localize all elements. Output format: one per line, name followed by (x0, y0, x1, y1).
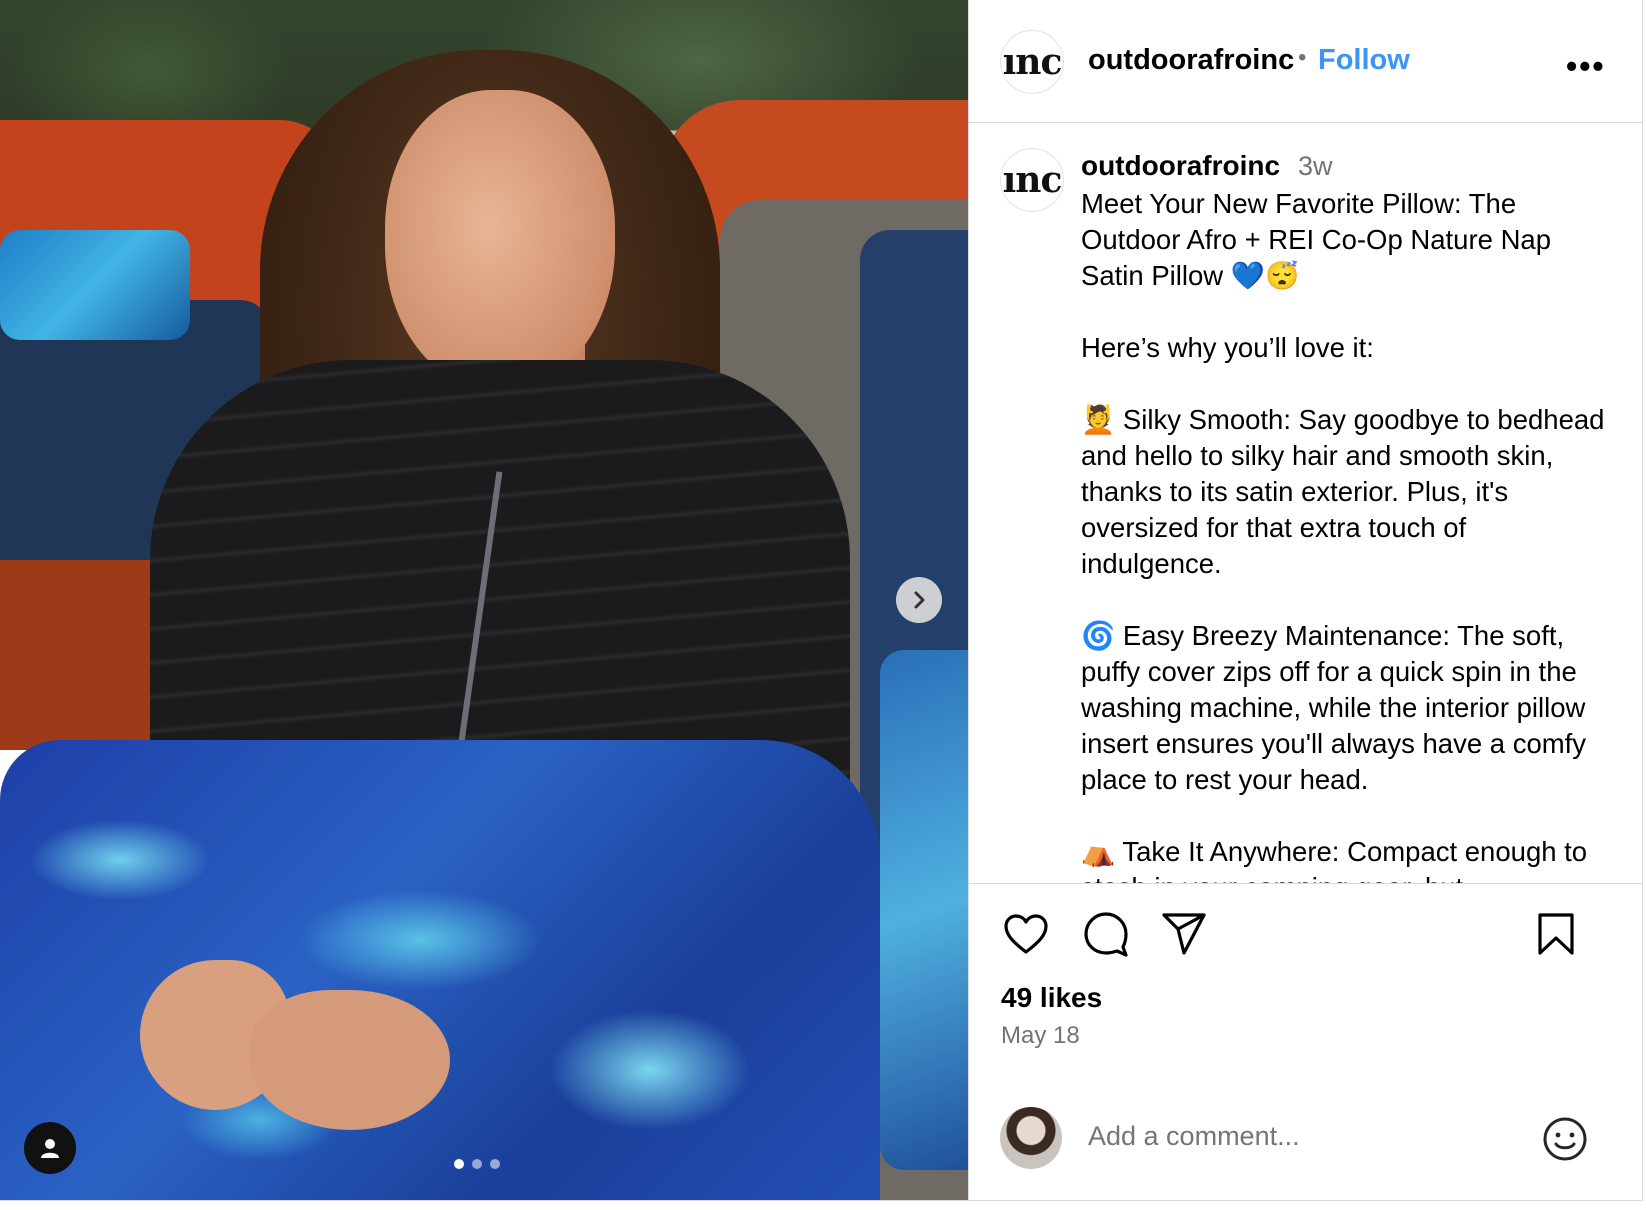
follow-button[interactable]: Follow (1318, 44, 1410, 77)
more-options-button[interactable]: ••• (1566, 48, 1606, 85)
share-button[interactable] (1158, 908, 1210, 960)
comment-icon (1084, 912, 1128, 957)
header-separator: • (1298, 44, 1307, 71)
satin-pillow (0, 740, 880, 1200)
person-hand-right (250, 990, 450, 1130)
carousel-dot[interactable] (454, 1159, 464, 1169)
action-bar (1000, 908, 1620, 968)
author-username[interactable]: outdoorafroinc (1088, 44, 1294, 77)
comment-button[interactable] (1080, 908, 1132, 960)
save-button[interactable] (1530, 908, 1582, 960)
emoji-button[interactable] (1541, 1115, 1589, 1163)
carousel-next-button[interactable] (896, 577, 942, 623)
avatar-logo-text: ınc (1002, 41, 1063, 83)
pillow-left (0, 230, 190, 340)
more-icon: ••• (1566, 48, 1606, 84)
user-tag-icon (41, 1139, 59, 1158)
share-icon (1162, 913, 1206, 955)
emoji-icon (1543, 1117, 1587, 1161)
user-tag-button[interactable] (24, 1122, 76, 1174)
caption-clip: Meet Your New Favorite Pillow: The Outdo… (968, 123, 1643, 883)
carousel-dots (454, 1159, 500, 1169)
likes-count[interactable]: 49 likes (1001, 982, 1102, 1014)
post-image[interactable] (0, 0, 968, 1200)
pillow-right (880, 650, 968, 1170)
comment-input[interactable] (1088, 1121, 1488, 1152)
page-bottom-border (0, 1200, 1643, 1201)
author-avatar[interactable]: ınc (1000, 30, 1064, 94)
heart-icon (1004, 914, 1048, 954)
carousel-dot[interactable] (472, 1159, 482, 1169)
chevron-right-icon (914, 591, 925, 609)
person-face (385, 90, 615, 390)
bookmark-icon (1538, 913, 1574, 955)
current-user-avatar (1000, 1107, 1062, 1169)
like-button[interactable] (1000, 908, 1052, 960)
carousel-dot[interactable] (490, 1159, 500, 1169)
caption-text: Meet Your New Favorite Pillow: The Outdo… (1081, 188, 1605, 883)
post-date[interactable]: May 18 (1001, 1022, 1080, 1050)
